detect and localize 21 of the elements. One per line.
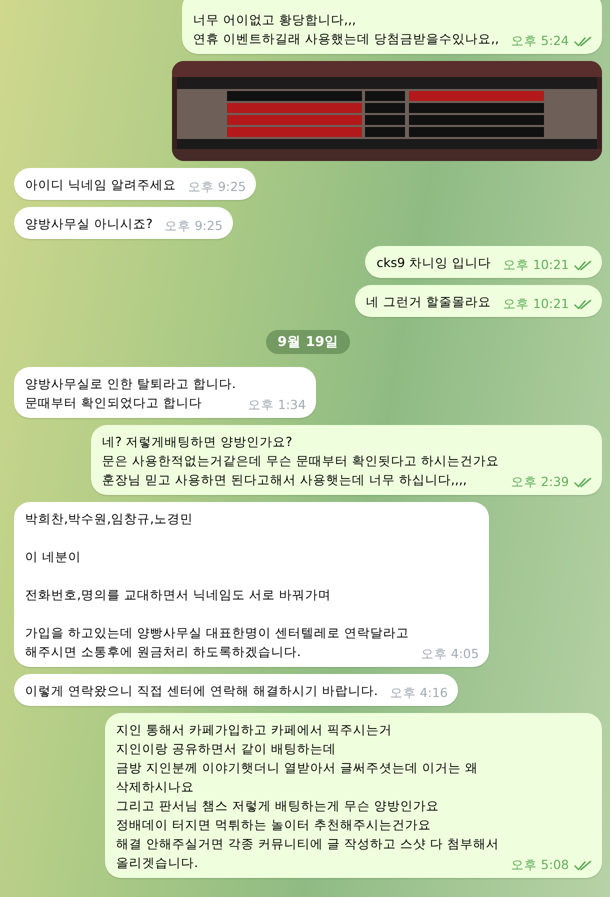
message-time: 오후 10:21 bbox=[503, 257, 569, 274]
message-text: 이렇게 연락왔으니 직접 센터에 연락해 해결하시기 바랍니다. bbox=[25, 682, 378, 700]
message-text: 네? 저렇게배팅하면 양방인가요? 문은 사용한적없는거같은데 무슨 문때부터 확인됫다고 하시는건가요 훈장님 믿고 사용하면 된다고해서 사용햇는데 너무 하십니다,,,, bbox=[102, 433, 499, 489]
message-time: 오후 1:34 bbox=[248, 397, 306, 414]
message-time: 오후 4:16 bbox=[390, 685, 448, 702]
message-text: 지인 통해서 카페가입하고 카페에서 픽주시는거 지인이랑 공유하면서 같이 배팅하는데 금방 지인분께 이야기햇더니 열받아서 글써주셧는데 이거는 왜 삭제하시나요 그리고 판서님 챔스 저렇게 배팅하는게 무슨 양방인가요 정배데이 터지면 먹튀하는 놀이터 추천해주시는건가요 해결 안해주실거면 각종 커뮤니티에 글 작성하고 스샷 다 첨부해서 올리겟습니다. bbox=[116, 721, 499, 872]
message-time: 오후 2:39 bbox=[510, 474, 569, 491]
message-time: 오후 9:25 bbox=[164, 218, 223, 235]
message-text: 네 그런거 할줄몰라요 bbox=[366, 293, 491, 311]
message-text: 박희찬,박수원,임창규,노경민 이 네분이 전화번호,명의를 교대하면서 닉네임도 서로 바꿔가며 가입을 하고있는데 양빵사무실 대표한명이 센터텔레로 연락달라고 해주시면 소통후에 원금처리 하도록하겠습니다. bbox=[25, 510, 409, 661]
date-badge: 9월 19일 bbox=[266, 330, 350, 354]
message-time: 오후 5:24 bbox=[510, 33, 569, 50]
message-time: 오후 10:21 bbox=[503, 296, 569, 313]
message-text: 아이디 닉네임 알려주세요 bbox=[25, 176, 176, 194]
message-time: 오후 5:08 bbox=[510, 857, 569, 874]
message-time: 오후 4:05 bbox=[420, 646, 479, 663]
message-text: 너무 어이없고 황당합니다,,, 연휴 이벤트하길래 사용했는데 당첨금받을수있나요,, bbox=[193, 11, 499, 48]
message-text: 양방사무실 아니시죠? bbox=[25, 215, 153, 233]
message-text: 양방사무실로 인한 탈퇴라고 합니다. 문때부터 확인되었다고 합니다 bbox=[25, 375, 236, 412]
message-text: cks9 차니잉 입니다 bbox=[376, 254, 491, 272]
message-time: 오후 9:25 bbox=[188, 179, 246, 196]
